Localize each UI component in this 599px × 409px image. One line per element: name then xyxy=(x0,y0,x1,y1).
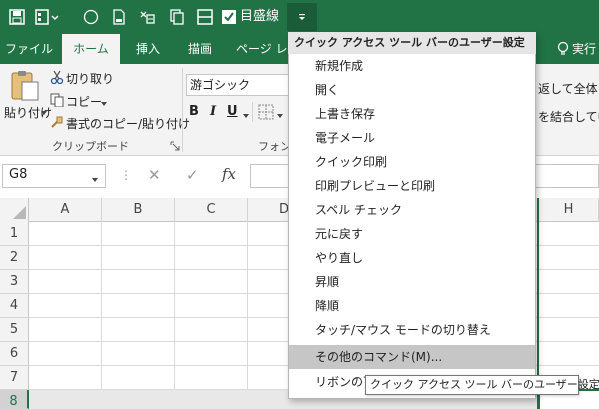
name-box-dropdown-icon[interactable] xyxy=(91,173,99,182)
tab-file[interactable]: ファイル xyxy=(0,34,58,64)
menu-item-more-commands[interactable]: その他のコマンド(M)... xyxy=(289,345,535,369)
tell-me-label[interactable]: 実行 xyxy=(572,34,596,64)
gridlines-label: 目盛線 xyxy=(240,9,280,24)
underline-dropdown-icon[interactable] xyxy=(242,109,250,118)
row-header-7[interactable]: 7 xyxy=(0,366,29,390)
copy-dropdown-icon[interactable] xyxy=(100,97,108,106)
copy-button[interactable]: コピー xyxy=(66,93,102,110)
copy-icon[interactable] xyxy=(168,8,186,26)
format-painter-icon[interactable] xyxy=(138,8,156,26)
column-header-a[interactable]: A xyxy=(29,198,102,222)
form-icon[interactable] xyxy=(34,8,60,26)
paste-icon xyxy=(10,70,40,102)
menu-item-spelling[interactable]: スペル チェック xyxy=(289,198,535,222)
font-name-select[interactable]: 游ゴシック xyxy=(186,74,290,96)
menu-item-save[interactable]: 上書き保存 xyxy=(289,102,535,126)
lightbulb-icon xyxy=(556,41,572,57)
row-header-4[interactable]: 4 xyxy=(0,294,29,318)
group-separator xyxy=(182,68,183,152)
scissors-icon xyxy=(50,70,64,85)
menu-item-print-preview[interactable]: 印刷プレビューと印刷 xyxy=(289,174,535,198)
customize-dropdown-icon xyxy=(296,8,308,26)
italic-button[interactable]: I xyxy=(210,104,216,119)
gridline xyxy=(174,222,175,409)
menu-item-redo[interactable]: やり直し xyxy=(289,246,535,270)
menu-item-sort-ascending[interactable]: 昇順 xyxy=(289,270,535,294)
row-header-3[interactable]: 3 xyxy=(0,270,29,294)
cut-button[interactable]: 切り取り xyxy=(66,70,114,87)
formula-bar-grip-icon: ⋮ xyxy=(120,168,132,182)
copy-doc-icon xyxy=(50,93,64,108)
insert-function-button[interactable]: fx xyxy=(222,165,236,183)
clipboard-group-label: クリップボード xyxy=(52,140,129,153)
name-box-value: G8 xyxy=(9,167,28,182)
tab-insert[interactable]: 挿入 xyxy=(124,34,172,64)
menu-item-new[interactable]: 新規作成 xyxy=(289,54,535,78)
tab-draw[interactable]: 描画 xyxy=(176,34,224,64)
tab-home[interactable]: ホーム xyxy=(62,34,120,64)
select-all-button[interactable] xyxy=(0,198,29,222)
menu-item-sort-descending[interactable]: 降順 xyxy=(289,294,535,318)
menu-item-open[interactable]: 開く xyxy=(289,78,535,102)
border-icon[interactable] xyxy=(196,8,214,26)
menu-title: クイック アクセス ツール バーのユーザー設定 xyxy=(288,32,536,54)
dialog-launcher-icon[interactable] xyxy=(170,140,180,151)
menu-item-email[interactable]: 電子メール xyxy=(289,126,535,150)
wrap-text-button[interactable]: 返して全体を表 xyxy=(538,80,599,97)
name-box[interactable]: G8 xyxy=(2,164,106,188)
menu-item-touch-mode[interactable]: タッチ/マウス モードの切り替え xyxy=(289,318,535,342)
borders-icon[interactable] xyxy=(258,104,274,120)
menu-item-quick-print[interactable]: クイック印刷 xyxy=(289,150,535,174)
print-preview-icon[interactable] xyxy=(110,8,128,26)
enter-button[interactable]: ✓ xyxy=(186,166,199,184)
row-header-8[interactable]: 8 xyxy=(0,390,29,409)
bold-button[interactable]: B xyxy=(189,104,199,119)
paste-dropdown-icon[interactable] xyxy=(40,106,48,115)
row-header-2[interactable]: 2 xyxy=(0,246,29,270)
menu-item-undo[interactable]: 元に戻す xyxy=(289,222,535,246)
column-header-c[interactable]: C xyxy=(175,198,248,222)
row-header-1[interactable]: 1 xyxy=(0,222,29,246)
column-header-b[interactable]: B xyxy=(102,198,175,222)
merge-center-button[interactable]: を結合して中央 xyxy=(538,108,599,125)
column-header-h[interactable]: H xyxy=(538,198,599,222)
tooltip: クイック アクセス ツール バーのユーザー設定 xyxy=(365,375,599,395)
format-painter-button[interactable]: 書式のコピー/貼り付け xyxy=(66,115,190,132)
save-icon[interactable] xyxy=(8,8,26,26)
checkbox-icon[interactable] xyxy=(222,8,236,26)
brush-icon xyxy=(50,115,64,129)
font-separator xyxy=(252,102,253,122)
gridline xyxy=(247,222,248,409)
tab-page-layout[interactable]: ページ レイ xyxy=(228,34,288,64)
cancel-button[interactable]: ✕ xyxy=(148,166,161,184)
row-header-5[interactable]: 5 xyxy=(0,318,29,342)
shape-circle-icon[interactable] xyxy=(82,8,100,26)
gridline xyxy=(101,222,102,409)
borders-dropdown-icon[interactable] xyxy=(276,109,284,118)
underline-button[interactable]: U xyxy=(227,104,238,119)
row-header-6[interactable]: 6 xyxy=(0,342,29,366)
